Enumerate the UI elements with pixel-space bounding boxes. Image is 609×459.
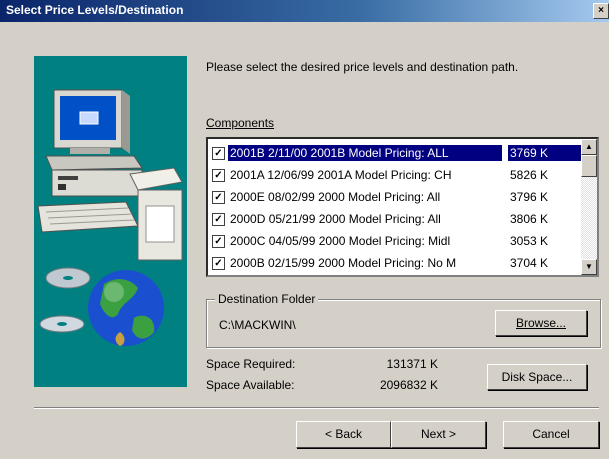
component-size: 3796 K <box>510 190 549 204</box>
component-size: 3053 K <box>510 234 549 248</box>
component-name: 2000C 04/05/99 2000 Model Pricing: Midl <box>230 234 451 248</box>
space-available-value: 2096832 K <box>379 378 438 392</box>
intro-text: Please select the desired price levels a… <box>206 60 519 74</box>
space-required-label: Space Required: <box>206 357 296 371</box>
list-item[interactable]: ✓ 2001B 2/11/00 2001B Model Pricing: ALL… <box>210 142 584 164</box>
scroll-up-button[interactable]: ▲ <box>581 139 597 155</box>
setup-illustration <box>34 56 187 387</box>
title-bar[interactable]: Select Price Levels/Destination × <box>0 0 609 22</box>
list-item[interactable]: ✓ 2001A 12/06/99 2001A Model Pricing: CH… <box>210 164 580 186</box>
space-available-label: Space Available: <box>206 378 295 392</box>
browse-button[interactable]: Browse... <box>495 310 587 336</box>
component-name: 2000D 05/21/99 2000 Model Pricing: All <box>230 212 441 226</box>
destination-folder-label: Destination Folder <box>215 292 319 306</box>
checkbox[interactable]: ✓ <box>212 147 225 160</box>
checkbox[interactable]: ✓ <box>212 235 225 248</box>
space-required-value: 131371 K <box>386 357 438 371</box>
component-name: 2001A 12/06/99 2001A Model Pricing: CH <box>230 168 452 182</box>
browse-button-label: Browse... <box>515 316 566 330</box>
checkbox[interactable]: ✓ <box>212 169 225 182</box>
destination-path: C:\MACKWIN\ <box>219 318 296 332</box>
component-size: 3704 K <box>510 256 549 270</box>
checkbox[interactable]: ✓ <box>212 191 225 204</box>
computer-globe-illustration <box>37 89 183 346</box>
component-size: 3769 K <box>508 145 584 161</box>
component-name: 2000E 08/02/99 2000 Model Pricing: All <box>230 190 441 204</box>
scroll-thumb[interactable] <box>581 155 597 177</box>
dialog-title: Select Price Levels/Destination <box>6 3 184 17</box>
component-name: 2001B 2/11/00 2001B Model Pricing: ALL <box>228 145 502 161</box>
list-item[interactable]: ✓ 2000D 05/21/99 2000 Model Pricing: All… <box>210 208 580 230</box>
checkbox[interactable]: ✓ <box>212 257 225 270</box>
cancel-button[interactable]: Cancel <box>503 421 599 448</box>
component-name: 2000B 02/15/99 2000 Model Pricing: No M <box>230 256 457 270</box>
components-label: Components <box>206 116 274 130</box>
destination-folder-group: Destination Folder C:\MACKWIN\ Browse... <box>206 292 601 348</box>
vertical-scrollbar[interactable]: ▲ ▼ <box>581 139 597 275</box>
components-label-text: Components <box>206 116 275 130</box>
separator <box>34 407 599 409</box>
close-button[interactable]: × <box>593 3 609 19</box>
component-size: 3806 K <box>510 212 549 226</box>
checkbox[interactable]: ✓ <box>212 213 225 226</box>
disk-space-button[interactable]: Disk Space... <box>487 364 587 390</box>
list-item[interactable]: ✓ 2000E 08/02/99 2000 Model Pricing: All… <box>210 186 580 208</box>
scroll-down-button[interactable]: ▼ <box>581 259 597 275</box>
back-button[interactable]: < Back <box>296 421 391 448</box>
next-button[interactable]: Next > <box>391 421 486 448</box>
dialog-window: Select Price Levels/Destination × Please… <box>0 0 609 459</box>
list-item[interactable]: ✓ 2000C 04/05/99 2000 Model Pricing: Mid… <box>210 230 580 252</box>
list-item[interactable]: ✓ 2000B 02/15/99 2000 Model Pricing: No … <box>210 252 580 274</box>
component-size: 5826 K <box>510 168 549 182</box>
components-listbox[interactable]: ✓ 2001B 2/11/00 2001B Model Pricing: ALL… <box>206 137 599 277</box>
